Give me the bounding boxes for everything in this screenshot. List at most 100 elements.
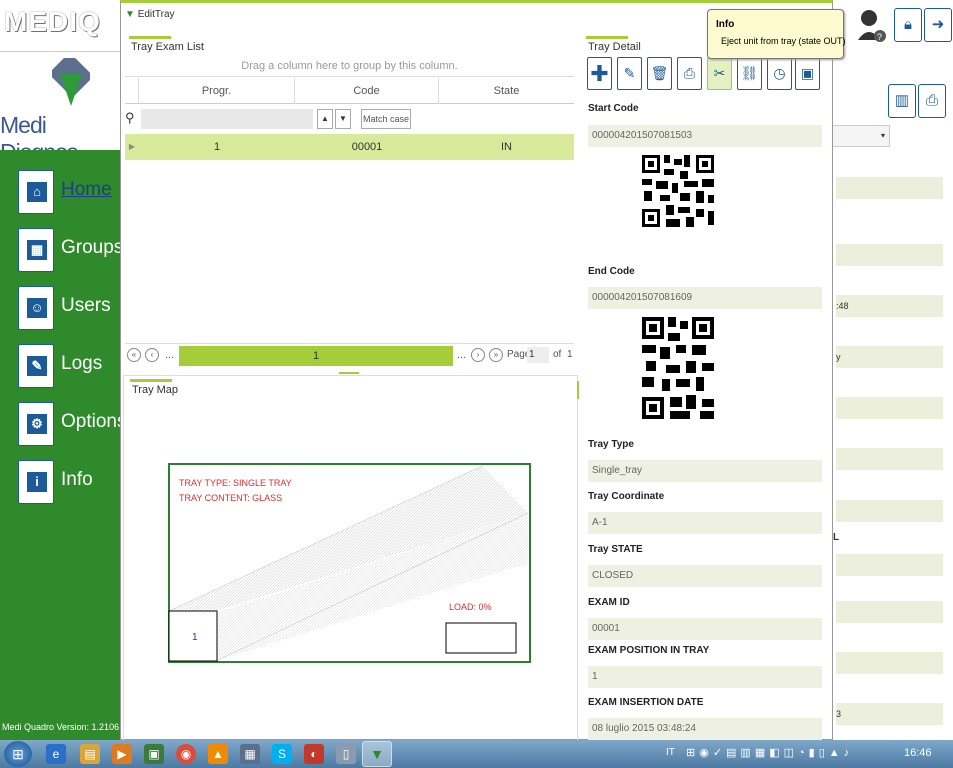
sidebar-item-logs[interactable]: ✎ Logs (18, 344, 128, 392)
filter-row: ⚲ ▲ ▼ Match case (125, 107, 574, 131)
trash-icon[interactable]: 🗑︎ (647, 57, 672, 90)
table-row[interactable]: ▶ 1 00001 IN (125, 134, 574, 160)
panel-title: Tray Map (129, 379, 179, 396)
last-page-button[interactable]: » (489, 348, 503, 362)
header-indicator (125, 78, 139, 104)
background-field (836, 448, 943, 470)
link-icon[interactable]: ⛓︎ (737, 57, 762, 90)
tray-coordinate-label: Tray Coordinate (588, 491, 665, 502)
add-icon[interactable]: ✚ (587, 57, 612, 90)
grid-icon: ▦ (18, 228, 54, 272)
background-app-panel: ? 🔒︎ ➜ ▥ ⎙ ▾ (830, 0, 953, 740)
eject-unit-icon[interactable]: ✂ (707, 57, 732, 90)
tray-detail-panel: Tray Detail ✚ ✎ 🗑︎ ⎙ ✂ ⛓︎ ◷ ▣ Start Code… (583, 33, 828, 740)
current-page-button[interactable]: 1 (179, 346, 453, 366)
mediq-taskbar-icon[interactable]: ▼ (362, 741, 392, 767)
sidebar-item-label: Home (61, 179, 112, 200)
panel-title: Tray Detail (586, 36, 641, 53)
exam-position-field[interactable]: 1 (588, 666, 822, 688)
user-icon: ☺ (18, 286, 54, 330)
tooltip-text: Eject unit from tray (state OUT) (721, 36, 846, 46)
filter-input[interactable] (141, 109, 313, 129)
file-explorer-icon[interactable]: ▤ (80, 744, 100, 764)
log-icon: ✎ (18, 344, 54, 388)
print-icon[interactable]: ⎙ (677, 57, 702, 90)
column-header-state[interactable]: State (439, 78, 574, 104)
save-icon[interactable]: ▣ (795, 57, 820, 90)
tray-coordinate-field[interactable]: A-1 (588, 512, 822, 534)
lock-icon[interactable]: 🔒︎ (894, 8, 922, 42)
app-icon[interactable]: ▦ (240, 744, 260, 764)
brand-header: MEDIQ (0, 0, 120, 52)
background-label: L (833, 532, 840, 543)
user-help-icon[interactable]: ? (856, 6, 890, 44)
sidebar-item-info[interactable]: i Info (18, 460, 128, 508)
chrome-icon[interactable]: ◉ (176, 744, 196, 764)
vlc-icon[interactable]: ▲ (208, 744, 228, 764)
end-code-field[interactable]: 000004201507081609 (588, 287, 822, 309)
sidebar-item-options[interactable]: ⚙ Options (18, 402, 128, 450)
language-indicator[interactable]: IT (666, 747, 675, 758)
clock-icon[interactable]: ◷ (767, 57, 792, 90)
background-field (836, 601, 943, 623)
exam-id-field[interactable]: 00001 (588, 618, 822, 640)
tray-state-field[interactable]: CLOSED (588, 565, 822, 587)
sidebar-item-label: Info (61, 469, 93, 490)
background-field: 3 (836, 703, 943, 725)
background-field (836, 554, 943, 576)
app-icon[interactable]: ▣ (144, 744, 164, 764)
column-header-progr[interactable]: Progr. (139, 78, 295, 104)
exam-id-label: EXAM ID (588, 597, 630, 608)
start-code-field[interactable]: 000004201507081503 (588, 125, 822, 147)
tray-content-text: TRAY CONTENT: GLASS (179, 493, 283, 503)
background-field (836, 244, 943, 266)
internet-explorer-icon[interactable]: e (46, 744, 66, 764)
background-field: y (836, 346, 943, 368)
slot-label[interactable]: 1 (192, 632, 198, 643)
sidebar-item-home[interactable]: ⌂ Home (18, 170, 128, 218)
tooltip-title: Info (716, 19, 735, 30)
first-page-button[interactable]: « (127, 348, 141, 362)
panel-title: Tray Exam List (129, 36, 204, 53)
cell-code: 00001 (351, 141, 383, 153)
home-icon: ⌂ (18, 170, 54, 214)
app-icon[interactable]: ▯ (336, 744, 356, 764)
clock[interactable]: 16:46 (904, 747, 932, 759)
exam-insertion-date-field[interactable]: 08 luglio 2015 03:48:24 (588, 718, 822, 740)
pager-ellipsis: ... (457, 349, 467, 361)
dialog-title-icon: ▼ (125, 9, 135, 20)
exam-insertion-date-label: EXAM INSERTION DATE (588, 697, 704, 708)
column-header-code[interactable]: Code (295, 78, 439, 104)
splitter-handle[interactable] (339, 372, 359, 374)
match-case-button[interactable]: Match case (361, 109, 411, 129)
start-button-icon[interactable]: ⊞ (4, 741, 32, 767)
background-field: :48 (836, 295, 943, 317)
qr-code-end (640, 315, 716, 421)
barcode-icon[interactable]: ▥ (888, 84, 916, 118)
tray-type-field[interactable]: Single_tray (588, 460, 822, 482)
media-player-icon[interactable]: ▶ (112, 744, 132, 764)
skype-icon[interactable]: S (272, 744, 292, 764)
brand-logo-text: MEDIQ (4, 6, 101, 37)
medi-diagnos-logo-icon (52, 58, 90, 106)
group-by-area[interactable]: Drag a column here to group by this colu… (125, 55, 574, 77)
dropdown-partial[interactable]: ▾ (830, 125, 890, 147)
splitter-handle[interactable] (577, 381, 579, 399)
edit-icon[interactable]: ✎ (617, 57, 642, 90)
sidebar: ⌂ Home ▦ Groups ☺ Users ✎ Logs ⚙ Options… (0, 150, 126, 740)
tray-type-label: Tray Type (588, 439, 634, 450)
sidebar-item-groups[interactable]: ▦ Groups (18, 228, 128, 276)
sort-down-button[interactable]: ▼ (335, 109, 351, 129)
sidebar-item-users[interactable]: ☺ Users (18, 286, 128, 334)
tray-state-label: Tray STATE (588, 544, 643, 555)
dialog-title: ▼ EditTray (125, 9, 175, 20)
page-number-input[interactable]: 1 (527, 347, 549, 363)
next-page-button[interactable]: › (471, 348, 485, 362)
prev-page-button[interactable]: ‹ (145, 348, 159, 362)
sort-up-button[interactable]: ▲ (317, 109, 333, 129)
print-icon[interactable]: ⎙ (918, 84, 946, 118)
system-tray-icons[interactable]: ⊞◉✓▤▥▦◧◫◔▮▯▲♪ (686, 746, 853, 759)
app-icon[interactable]: ◐ (304, 744, 324, 764)
tray-type-text: TRAY TYPE: SINGLE TRAY (179, 478, 292, 488)
logout-icon[interactable]: ➜ (924, 8, 952, 42)
